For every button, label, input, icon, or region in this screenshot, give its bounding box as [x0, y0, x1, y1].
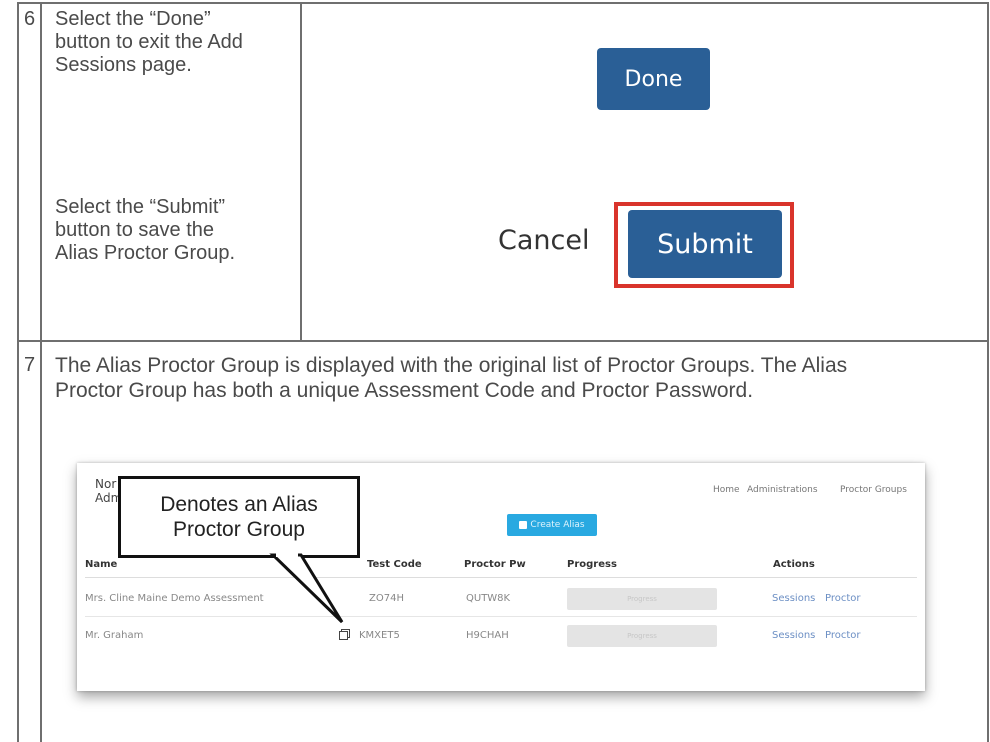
callout-pointer	[269, 553, 344, 624]
